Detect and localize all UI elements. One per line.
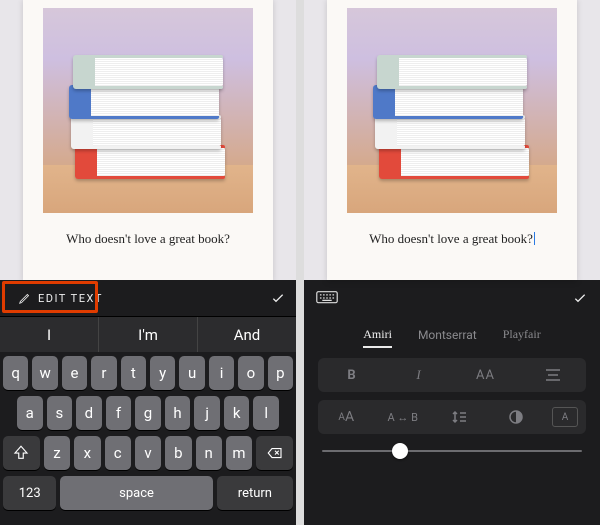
key-v[interactable]: v [135,436,161,470]
left-panel: Who doesn't love a great book? EDIT TEXT… [0,0,296,525]
book-4 [75,145,225,179]
book-1 [73,55,223,89]
slider-thumb[interactable] [392,443,408,459]
photo-books-right [347,8,557,213]
key-w[interactable]: w [32,356,57,390]
key-a[interactable]: a [17,396,43,430]
key-z[interactable]: z [44,436,70,470]
key-g[interactable]: g [135,396,161,430]
key-f[interactable]: f [106,396,132,430]
key-c[interactable]: c [105,436,131,470]
font-tabs: Amiri Montserrat Playfair [304,316,600,350]
confirm-button[interactable] [270,290,286,306]
key-numbers[interactable]: 123 [3,476,56,510]
suggestion-2[interactable]: I'm [99,317,198,352]
key-y[interactable]: y [150,356,175,390]
key-b[interactable]: b [165,436,191,470]
right-panel: Who doesn't love a great book? Amiri Mon… [304,0,600,525]
opacity-icon [509,410,523,424]
align-button[interactable] [519,358,586,392]
key-u[interactable]: u [179,356,204,390]
suggestion-1[interactable]: I [0,317,99,352]
key-p[interactable]: p [268,356,293,390]
key-n[interactable]: n [196,436,222,470]
key-t[interactable]: t [121,356,146,390]
italic-button[interactable]: I [385,358,452,392]
caption-text[interactable]: Who doesn't love a great book? [66,231,230,247]
edit-text-button[interactable]: EDIT TEXT [10,287,111,309]
pencil-icon [18,291,32,305]
letter-spacing-button[interactable]: A ↔ B [375,400,432,434]
confirm-button-right[interactable] [572,290,588,306]
caption-text-right[interactable]: Who doesn't love a great book? [369,231,535,247]
key-return[interactable]: return [217,476,293,510]
suggestion-3[interactable]: And [198,317,296,352]
font-tab-montserrat[interactable]: Montserrat [418,328,477,348]
canvas-right: Who doesn't love a great book? [304,0,600,280]
slider[interactable] [304,438,600,462]
show-keyboard-button[interactable] [316,290,338,306]
line-height-button[interactable] [431,400,488,434]
key-x[interactable]: x [74,436,100,470]
document-card-right[interactable]: Who doesn't love a great book? [327,0,577,280]
suggestion-row: I I'm And [0,316,296,352]
style-row-2: AA A ↔ B A [318,400,586,434]
font-size-button[interactable]: AA [318,400,375,434]
line-height-icon [451,409,467,425]
key-e[interactable]: e [62,356,87,390]
style-row-1: B I AA [318,358,586,392]
key-k[interactable]: k [224,396,250,430]
photo-books [43,8,253,213]
font-tab-amiri[interactable]: Amiri [363,327,392,348]
text-box-button[interactable]: A [552,407,578,427]
canvas: Who doesn't love a great book? [0,0,296,280]
edit-text-label: EDIT TEXT [38,292,103,305]
uppercase-button[interactable]: AA [452,358,519,392]
key-l[interactable]: l [253,396,279,430]
key-j[interactable]: j [194,396,220,430]
book-2 [69,85,219,119]
shift-icon [12,444,30,462]
keyboard: q w e r t y u i o p a s d f g h j k l [0,352,296,525]
key-d[interactable]: d [76,396,102,430]
key-m[interactable]: m [226,436,252,470]
text-cursor [534,232,535,245]
key-backspace[interactable] [256,436,293,470]
key-space[interactable]: space [60,476,212,510]
text-tools-panel: Amiri Montserrat Playfair B I AA AA A ↔ … [304,280,600,525]
key-i[interactable]: i [209,356,234,390]
slider-track [322,450,582,452]
key-s[interactable]: s [47,396,73,430]
key-o[interactable]: o [238,356,263,390]
document-card[interactable]: Who doesn't love a great book? [23,0,273,280]
edit-bar: EDIT TEXT [0,280,296,316]
font-tab-playfair[interactable]: Playfair [503,327,541,348]
key-shift[interactable] [3,436,40,470]
key-r[interactable]: r [91,356,116,390]
backspace-icon [266,444,284,462]
book-3 [71,115,221,149]
key-q[interactable]: q [3,356,28,390]
opacity-button[interactable] [488,400,545,434]
key-h[interactable]: h [165,396,191,430]
keyboard-panel: EDIT TEXT I I'm And q w e r t y u i o p [0,280,296,525]
align-icon [544,368,562,382]
bold-button[interactable]: B [318,358,385,392]
tool-bar [304,280,600,316]
